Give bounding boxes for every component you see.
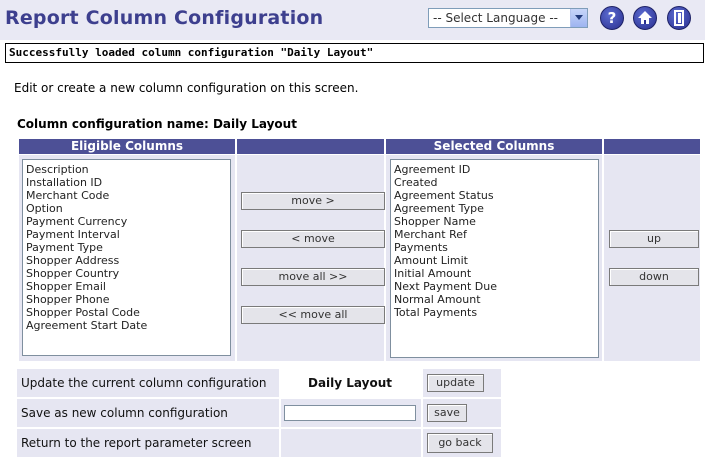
list-item[interactable]: Payment Currency [23, 215, 230, 228]
list-item[interactable]: Shopper Email [23, 280, 230, 293]
unmove-button[interactable]: < move [241, 230, 385, 248]
list-item[interactable]: Agreement Status [391, 189, 598, 202]
home-icon[interactable] [633, 6, 657, 30]
update-label: Update the current column configuration [21, 376, 267, 390]
header-spacer [237, 139, 384, 154]
list-item[interactable]: Agreement Type [391, 202, 598, 215]
eligible-columns-header: Eligible Columns [19, 139, 235, 154]
header-spacer [604, 139, 700, 154]
move-panel [237, 155, 384, 361]
selected-columns-list[interactable]: Agreement ID Created Agreement Status Ag… [390, 159, 599, 358]
list-item[interactable]: Shopper Address [23, 254, 230, 267]
save-button[interactable]: save [427, 404, 467, 422]
list-item[interactable]: Shopper Name [391, 215, 598, 228]
up-button[interactable]: up [609, 230, 699, 248]
list-item[interactable]: Installation ID [23, 176, 230, 189]
exit-icon[interactable] [667, 6, 691, 30]
list-item[interactable]: Payment Interval [23, 228, 230, 241]
current-config-name: Daily Layout [308, 376, 393, 390]
config-name-label: Column configuration name: Daily Layout [17, 117, 297, 131]
update-button[interactable]: update [427, 374, 484, 392]
list-item[interactable]: Agreement ID [391, 163, 598, 176]
chevron-down-icon[interactable] [570, 9, 587, 27]
list-item[interactable]: Merchant Ref [391, 228, 598, 241]
move-button[interactable]: move > [241, 192, 385, 210]
selected-columns-header: Selected Columns [386, 139, 602, 154]
order-panel [604, 155, 700, 361]
list-item[interactable]: Agreement Start Date [23, 319, 230, 332]
list-item[interactable]: Next Payment Due [391, 280, 598, 293]
down-button[interactable]: down [609, 268, 699, 286]
new-config-name-input[interactable] [284, 405, 416, 421]
list-item[interactable]: Shopper Phone [23, 293, 230, 306]
help-icon[interactable]: ? [600, 6, 624, 30]
list-item[interactable]: Normal Amount [391, 293, 598, 306]
page-title: Report Column Configuration [5, 7, 324, 29]
list-item[interactable]: Total Payments [391, 306, 598, 319]
list-item[interactable]: Amount Limit [391, 254, 598, 267]
back-label: Return to the report parameter screen [21, 436, 252, 450]
instruction-text: Edit or create a new column configuratio… [14, 81, 359, 95]
list-item[interactable]: Description [23, 163, 230, 176]
list-item[interactable]: Option [23, 202, 230, 215]
status-message: Successfully loaded column configuration… [5, 43, 704, 63]
list-item[interactable]: Initial Amount [391, 267, 598, 280]
move-all-button[interactable]: move all >> [241, 268, 385, 286]
list-item[interactable]: Payments [391, 241, 598, 254]
eligible-columns-list[interactable]: Description Installation ID Merchant Cod… [22, 159, 231, 356]
list-item[interactable]: Shopper Country [23, 267, 230, 280]
unmove-all-button[interactable]: << move all [241, 306, 385, 324]
list-item[interactable]: Shopper Postal Code [23, 306, 230, 319]
list-item[interactable]: Created [391, 176, 598, 189]
list-item[interactable]: Payment Type [23, 241, 230, 254]
save-label: Save as new column configuration [21, 406, 228, 420]
form-cell [281, 429, 421, 457]
language-select[interactable]: -- Select Language -- [428, 8, 588, 28]
language-select-value: -- Select Language -- [433, 11, 559, 25]
go-back-button[interactable]: go back [427, 433, 493, 453]
list-item[interactable]: Merchant Code [23, 189, 230, 202]
